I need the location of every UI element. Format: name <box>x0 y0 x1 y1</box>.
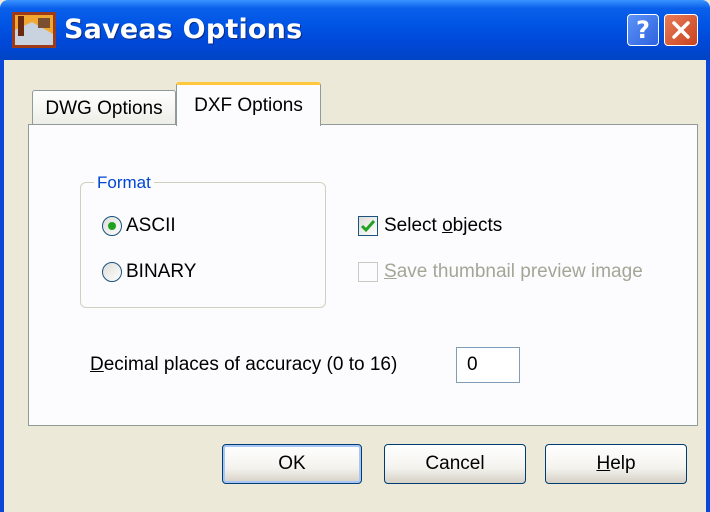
question-mark-icon: ? <box>636 16 650 44</box>
save-thumbnail-mnemonic: S <box>384 261 397 282</box>
format-group-box <box>80 182 326 308</box>
window-border-right <box>706 60 710 512</box>
close-button[interactable] <box>664 14 698 46</box>
checkmark-icon <box>360 220 376 233</box>
saveas-options-dialog: Saveas Options ? DWG Options DXF Options… <box>0 0 710 512</box>
decimal-places-label-rest: ecimal places of accuracy (0 to 16) <box>103 354 398 375</box>
help-label-rest: elp <box>610 453 636 474</box>
binary-radio[interactable] <box>102 262 122 282</box>
select-objects-checkbox[interactable] <box>358 216 378 236</box>
decimal-places-label: Decimal places of accuracy (0 to 16) <box>90 354 397 376</box>
select-objects-label-a: Select <box>384 215 443 236</box>
save-thumbnail-checkbox[interactable] <box>358 262 378 282</box>
window-title: Saveas Options <box>64 14 303 45</box>
help-title-button[interactable]: ? <box>627 14 659 46</box>
title-bar[interactable]: Saveas Options ? <box>0 0 710 60</box>
decimal-places-mnemonic: D <box>90 354 104 375</box>
ok-button[interactable]: OK <box>222 444 362 484</box>
help-button[interactable]: Help <box>545 444 687 484</box>
close-icon <box>672 21 690 39</box>
tab-dwg-options[interactable]: DWG Options <box>32 90 176 126</box>
tab-dxf-options[interactable]: DXF Options <box>176 82 321 126</box>
window-border-left <box>0 60 4 512</box>
help-mnemonic: H <box>596 453 611 474</box>
format-group-label: Format <box>94 173 154 193</box>
ascii-radio[interactable] <box>102 216 122 236</box>
ascii-radio-label[interactable]: ASCII <box>126 215 176 237</box>
autocad-app-icon <box>12 12 56 48</box>
save-thumbnail-label[interactable]: Save thumbnail preview image <box>384 261 643 283</box>
select-objects-label-b: bjects <box>452 215 503 236</box>
cancel-button[interactable]: Cancel <box>384 444 526 484</box>
save-thumbnail-label-rest: ave thumbnail preview image <box>396 261 643 282</box>
decimal-places-input[interactable] <box>456 347 520 383</box>
select-objects-label[interactable]: Select objects <box>384 215 502 237</box>
select-objects-mnemonic: o <box>442 215 453 236</box>
binary-radio-label[interactable]: BINARY <box>126 261 196 283</box>
